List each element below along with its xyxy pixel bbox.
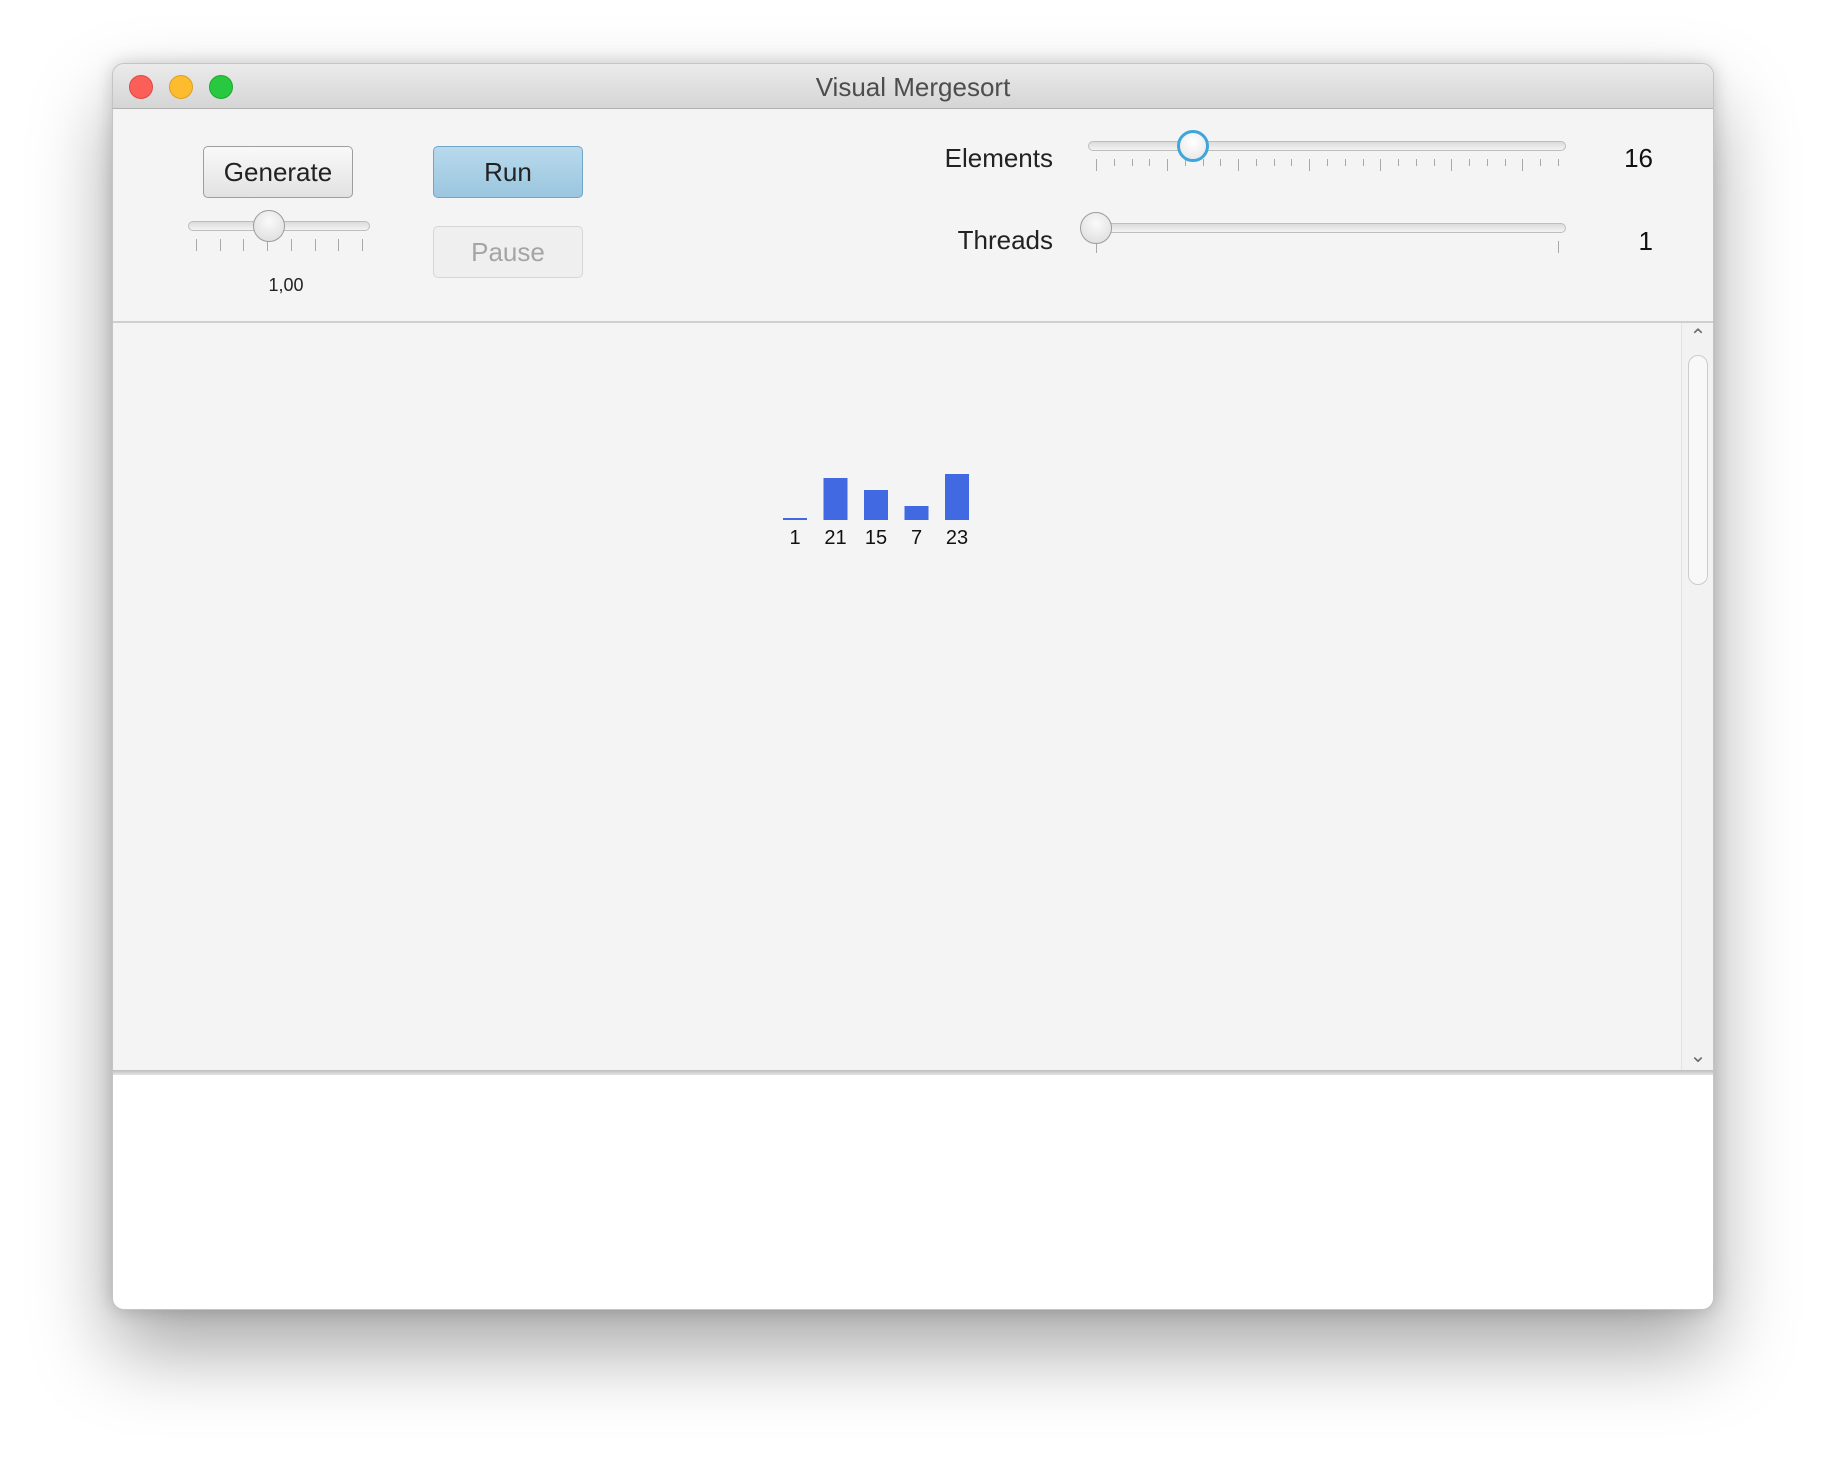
slider-tick <box>338 239 340 251</box>
slider-tick <box>196 239 197 251</box>
slider-tick <box>314 239 316 251</box>
slider-tick <box>1433 159 1435 166</box>
slider-tick <box>1344 159 1346 166</box>
bar-label: 21 <box>824 527 846 549</box>
threads-label: Threads <box>957 225 1053 255</box>
control-panel: Generate Run Pause 1,00 Elements 16 Thre… <box>113 109 1713 323</box>
elements-value: 16 <box>1624 143 1653 173</box>
slider-tick <box>243 239 245 251</box>
speed-slider[interactable] <box>188 209 370 269</box>
speed-value-label: 1,00 <box>268 275 304 295</box>
elements-slider[interactable] <box>1088 129 1566 189</box>
bar-label: 7 <box>911 527 922 549</box>
slider-tick <box>1220 159 1222 166</box>
elements-slider-thumb[interactable] <box>1177 130 1210 162</box>
slider-tick <box>1380 159 1382 171</box>
app-window: Visual Mergesort Generate Run Pause 1,00… <box>112 63 1714 1310</box>
bar-label: 15 <box>865 527 887 549</box>
run-button[interactable]: Run <box>433 146 583 198</box>
slider-tick <box>1469 159 1471 166</box>
slider-tick <box>1540 159 1542 166</box>
slider-tick <box>1255 159 1257 166</box>
speed-slider-thumb[interactable] <box>253 210 286 242</box>
threads-slider[interactable] <box>1080 211 1566 271</box>
slider-tick <box>1309 159 1311 171</box>
bar-21 <box>823 478 848 520</box>
slider-tick <box>290 239 292 251</box>
slider-tick <box>219 239 221 251</box>
slider-tick <box>1131 159 1133 166</box>
threads-slider-thumb[interactable] <box>1080 212 1112 244</box>
vertical-scrollbar[interactable]: ⌃ ⌄ <box>1681 323 1713 1070</box>
slider-tick <box>1096 159 1097 171</box>
bar-1 <box>783 518 807 520</box>
slider-tick <box>1149 159 1151 166</box>
slider-tick <box>1558 241 1559 253</box>
bar-label: 1 <box>789 527 800 549</box>
threads-value: 1 <box>1638 226 1653 256</box>
generate-button[interactable]: Generate <box>203 146 353 198</box>
slider-tick <box>1451 159 1453 171</box>
slider-tick <box>1273 159 1275 166</box>
scroll-down-icon[interactable]: ⌄ <box>1682 1044 1713 1068</box>
slider-tick <box>1113 159 1115 166</box>
elements-slider-track[interactable] <box>1088 141 1566 151</box>
bar-15 <box>864 490 888 520</box>
bar-chart: 1 21 15 7 23 <box>783 474 969 549</box>
title-bar[interactable]: Visual Mergesort <box>113 64 1713 109</box>
window-title: Visual Mergesort <box>815 72 1011 102</box>
bar-23 <box>945 474 969 520</box>
slider-tick <box>1291 159 1293 166</box>
slider-tick <box>1522 159 1524 171</box>
scrollbar-thumb[interactable] <box>1688 355 1708 585</box>
slider-tick <box>1327 159 1328 166</box>
scroll-up-icon[interactable]: ⌃ <box>1682 325 1713 349</box>
slider-tick <box>1486 159 1488 166</box>
slider-tick <box>1558 159 1559 166</box>
bar-label: 23 <box>946 527 968 549</box>
elements-label: Elements <box>944 143 1053 173</box>
pause-button: Pause <box>433 226 583 278</box>
slider-tick <box>1238 159 1240 171</box>
bar-7 <box>904 506 929 520</box>
slider-tick <box>1362 159 1364 166</box>
threads-slider-track[interactable] <box>1088 223 1566 233</box>
slider-tick <box>1398 159 1400 166</box>
sort-visualization-area: 1 21 15 7 23 <box>113 323 1681 1070</box>
output-panel[interactable] <box>113 1075 1713 1309</box>
slider-tick <box>1167 159 1169 171</box>
slider-tick <box>362 239 363 251</box>
slider-tick <box>1415 159 1417 166</box>
slider-tick <box>1202 159 1204 166</box>
slider-tick <box>1504 159 1506 166</box>
